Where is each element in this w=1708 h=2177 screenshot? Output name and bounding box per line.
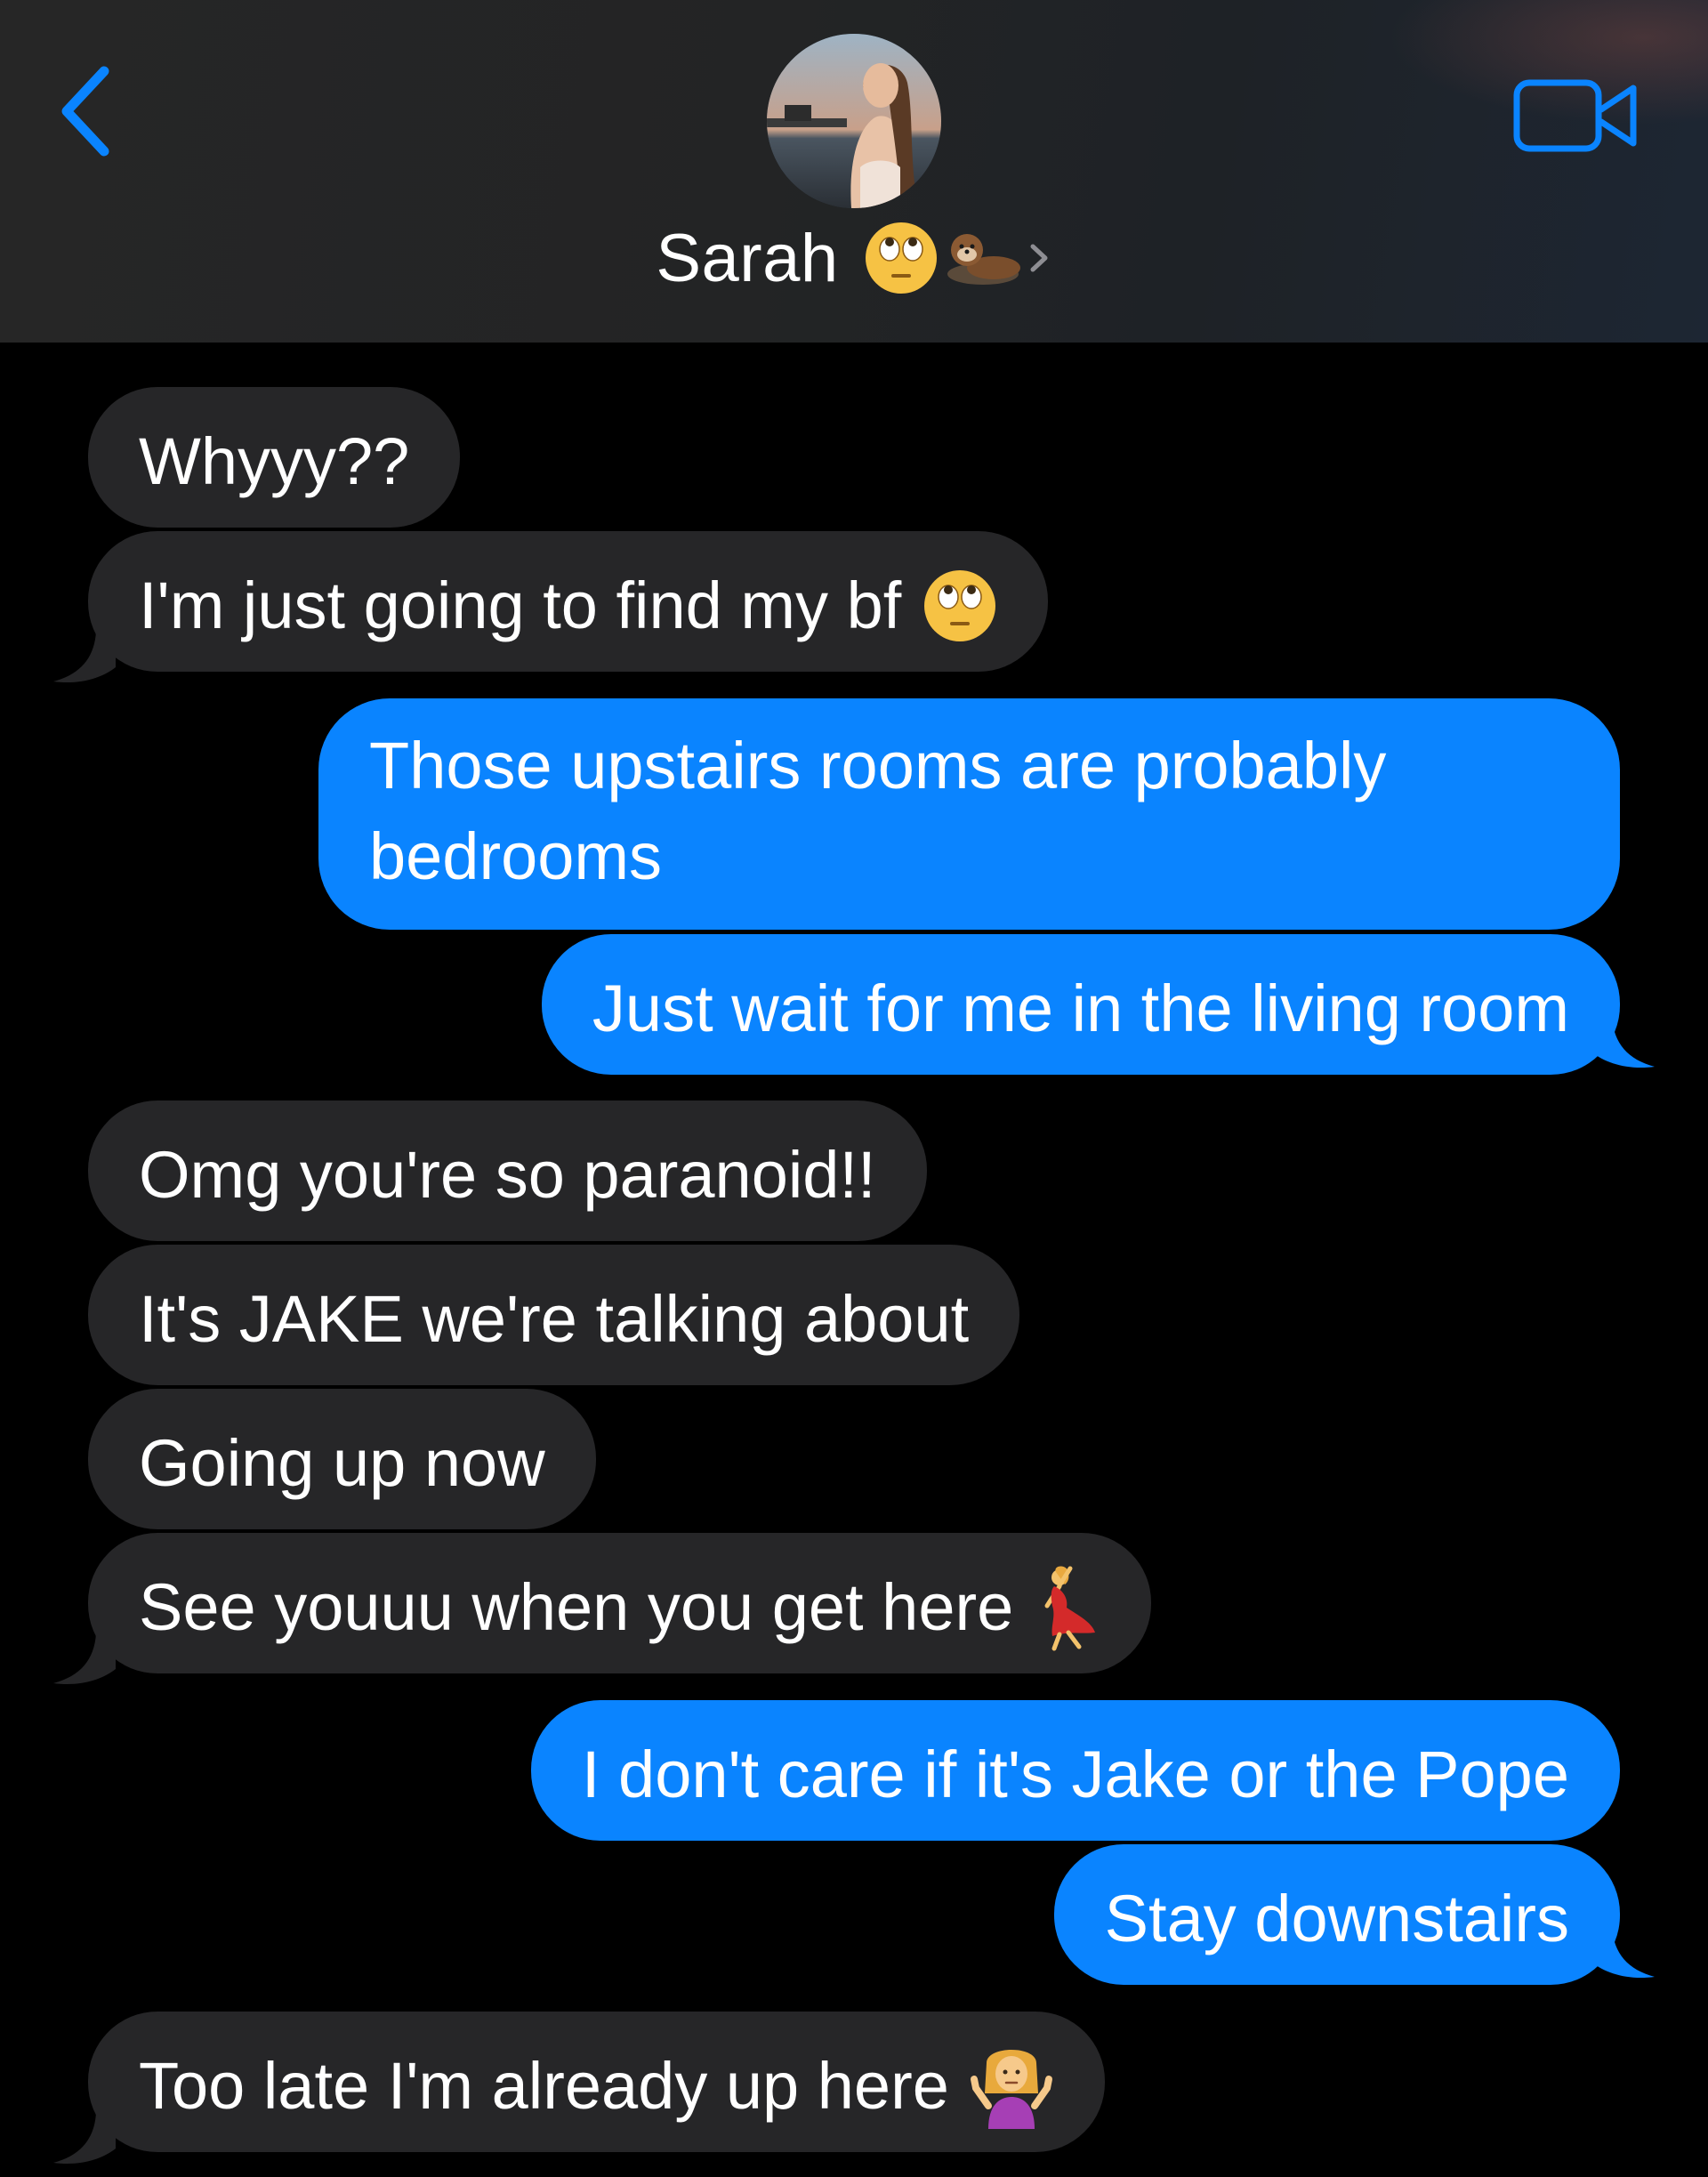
- outgoing-bubble-tail: [1592, 1017, 1655, 1068]
- otter-emoji: [947, 234, 1020, 285]
- incoming-message-bubble[interactable]: It's JAKE we're talking about: [88, 1245, 1020, 1385]
- conversation-header: Sarah: [0, 0, 1708, 343]
- incoming-message-bubble[interactable]: Too late I'm already up here: [88, 2012, 1105, 2152]
- incoming-message-bubble[interactable]: Omg you're so paranoid!!: [88, 1101, 927, 1241]
- outgoing-message-bubble[interactable]: Stay downstairs: [1053, 1844, 1620, 1985]
- message-text: Omg you're so paranoid!!: [139, 1138, 876, 1213]
- video-camera-icon: [1513, 79, 1637, 152]
- avatar-photo: [767, 34, 941, 208]
- chevron-left-icon: [61, 66, 109, 157]
- outgoing-message-bubble[interactable]: Just wait for me in the living room: [541, 934, 1620, 1075]
- face-with-rolling-eyes-emoji: [865, 222, 937, 294]
- incoming-bubble-tail: [53, 2113, 116, 2165]
- face-with-rolling-eyes-emoji: [924, 570, 996, 642]
- name-emojis: [862, 219, 1052, 297]
- message-text: See youuu when you get here: [139, 1570, 1014, 1645]
- message-text: Those upstairs rooms are probably bedroo…: [369, 729, 1387, 893]
- message-text: Too late I'm already up here: [139, 2049, 949, 2124]
- message-text: Going up now: [139, 1426, 545, 1501]
- outgoing-message-bubble[interactable]: I don't care if it's Jake or the Pope: [530, 1700, 1620, 1841]
- message-text: Just wait for me in the living room: [592, 972, 1569, 1046]
- incoming-bubble-tail: [53, 632, 116, 683]
- incoming-message-bubble[interactable]: I'm just going to find my bf: [88, 531, 1049, 672]
- chevron-right-icon: [1030, 244, 1048, 272]
- message-text: I'm just going to find my bf: [139, 568, 902, 643]
- message-text: I don't care if it's Jake or the Pope: [581, 1738, 1569, 1812]
- contact-name: Sarah: [656, 220, 839, 296]
- message-text: Whyyy??: [139, 424, 410, 499]
- message-list[interactable]: Whyyy?? I'm just going to find my bf Tho…: [0, 343, 1708, 2177]
- contact-avatar[interactable]: [767, 34, 941, 208]
- person-shrugging-emoji: [970, 2050, 1052, 2130]
- incoming-bubble-tail: [53, 1633, 116, 1685]
- outgoing-message-bubble[interactable]: Those upstairs rooms are probably bedroo…: [318, 698, 1620, 930]
- contact-name-button[interactable]: Sarah: [0, 218, 1708, 298]
- woman-dancing-emoji: [1044, 1566, 1096, 1651]
- facetime-video-button[interactable]: [1512, 76, 1641, 156]
- message-text: Stay downstairs: [1104, 1882, 1569, 1956]
- incoming-message-bubble[interactable]: Whyyy??: [88, 387, 461, 528]
- back-button[interactable]: [49, 53, 129, 169]
- incoming-message-bubble[interactable]: Going up now: [88, 1389, 596, 1529]
- message-text: It's JAKE we're talking about: [139, 1282, 970, 1357]
- incoming-message-bubble[interactable]: See youuu when you get here: [88, 1533, 1152, 1673]
- outgoing-bubble-tail: [1592, 1927, 1655, 1979]
